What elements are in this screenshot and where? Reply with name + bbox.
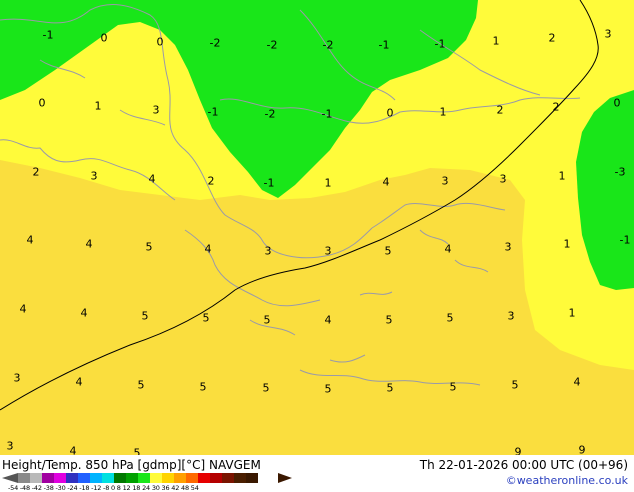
map-value-label: 1 xyxy=(439,105,447,119)
map-value-label: 3 xyxy=(504,240,512,254)
map-value-label: 3 xyxy=(324,244,332,258)
map-value-label: 5 xyxy=(263,313,271,327)
map-value-label: 4 xyxy=(26,233,34,247)
map-value-label: 3 xyxy=(13,371,21,385)
map-value-label: 5 xyxy=(202,311,210,325)
map-value-label: 5 xyxy=(141,309,149,323)
map-value-label: 1 xyxy=(94,99,102,113)
map-value-label: 9 xyxy=(514,445,522,456)
map-value-label: 3 xyxy=(507,309,515,323)
legend-swatch xyxy=(162,473,174,483)
map-value-label: 5 xyxy=(385,313,393,327)
map-value-label: -1 xyxy=(434,37,446,51)
map-value-label: 5 xyxy=(386,381,394,395)
map-value-label: 1 xyxy=(492,34,500,48)
map-value-label: 1 xyxy=(568,306,576,320)
map-value-label: -2 xyxy=(264,107,276,121)
legend-swatch xyxy=(138,473,150,483)
map-value-label: -1 xyxy=(207,105,219,119)
legend-swatch xyxy=(246,473,258,483)
map-value-label: 0 xyxy=(38,96,46,110)
credit-link[interactable]: ©weatheronline.co.uk xyxy=(506,475,628,486)
map-value-label: 4 xyxy=(69,444,77,456)
map-canvas xyxy=(0,0,634,455)
map-value-label: 1 xyxy=(558,169,566,183)
map-value-label: -2 xyxy=(322,38,334,52)
legend-swatch xyxy=(210,473,222,483)
legend-swatch xyxy=(54,473,66,483)
map-value-label: 4 xyxy=(444,242,452,256)
map-value-label: 4 xyxy=(80,306,88,320)
map-value-label: 2 xyxy=(496,103,504,117)
map-value-label: 5 xyxy=(449,380,457,394)
legend-swatch xyxy=(174,473,186,483)
map-value-label: 5 xyxy=(145,240,153,254)
legend-swatch xyxy=(18,473,30,483)
map-value-label: 4 xyxy=(148,172,156,186)
map-value-label: 0 xyxy=(386,106,394,120)
map-value-label: 1 xyxy=(563,237,571,251)
legend-swatch xyxy=(78,473,90,483)
map-value-label: -2 xyxy=(209,36,221,50)
map-value-label: 4 xyxy=(19,302,27,316)
map-value-label: 0 xyxy=(100,31,108,45)
color-legend xyxy=(18,473,258,483)
map-value-label: 4 xyxy=(382,175,390,189)
legend-swatch xyxy=(102,473,114,483)
weather-map: -1 0 0 -2 -2 -2 -1 -1 1 2 3 0 1 3 -1 -2 … xyxy=(0,0,634,455)
map-value-label: 3 xyxy=(152,103,160,117)
legend-swatch xyxy=(42,473,54,483)
map-value-label: 3 xyxy=(604,27,612,41)
legend-swatch xyxy=(66,473,78,483)
map-value-label: 5 xyxy=(511,378,519,392)
map-value-label: 2 xyxy=(552,100,560,114)
map-value-label: -1 xyxy=(378,38,390,52)
legend-tick-labels: -54 -48 -42 -38 -30 -24 -18 -12 -8 0 8 1… xyxy=(8,484,199,492)
legend-swatch xyxy=(222,473,234,483)
map-value-label: 5 xyxy=(133,446,141,456)
map-value-label: 2 xyxy=(207,174,215,188)
forecast-datetime: Th 22-01-2026 00:00 UTC (00+96) xyxy=(419,458,628,472)
map-value-label: 9 xyxy=(578,443,586,456)
map-value-label: 4 xyxy=(204,242,212,256)
legend-swatch xyxy=(198,473,210,483)
map-footer: Height/Temp. 850 hPa [gdmp][°C] NAVGEM T… xyxy=(0,455,634,492)
map-value-label: 5 xyxy=(384,244,392,258)
map-value-label: 3 xyxy=(264,244,272,258)
legend-swatch xyxy=(114,473,126,483)
map-value-label: -1 xyxy=(619,233,631,247)
legend-swatch xyxy=(90,473,102,483)
legend-swatch xyxy=(150,473,162,483)
map-value-label: 5 xyxy=(262,381,270,395)
map-value-label: -2 xyxy=(266,38,278,52)
legend-swatch xyxy=(186,473,198,483)
map-value-label: 4 xyxy=(324,313,332,327)
map-value-label: 1 xyxy=(324,176,332,190)
map-value-label: 4 xyxy=(85,237,93,251)
legend-arrow-left xyxy=(2,473,18,483)
legend-arrow-right xyxy=(278,473,292,483)
map-value-label: 4 xyxy=(573,375,581,389)
map-value-label: 5 xyxy=(446,311,454,325)
map-value-label: -1 xyxy=(42,28,54,42)
map-value-label: 3 xyxy=(499,172,507,186)
map-value-label: -3 xyxy=(614,165,626,179)
map-value-label: 0 xyxy=(613,96,621,110)
map-title: Height/Temp. 850 hPa [gdmp][°C] NAVGEM xyxy=(2,458,261,472)
map-value-label: 5 xyxy=(324,382,332,396)
legend-swatch xyxy=(234,473,246,483)
legend-swatch xyxy=(30,473,42,483)
map-value-label: 2 xyxy=(548,31,556,45)
map-value-label: -1 xyxy=(263,176,275,190)
legend-swatch xyxy=(126,473,138,483)
map-value-label: -1 xyxy=(321,107,333,121)
map-value-label: 3 xyxy=(90,169,98,183)
map-value-label: 4 xyxy=(75,375,83,389)
map-value-label: 5 xyxy=(137,378,145,392)
map-value-label: 2 xyxy=(32,165,40,179)
map-value-label: 3 xyxy=(441,174,449,188)
map-value-label: 3 xyxy=(6,439,14,453)
map-value-label: 0 xyxy=(156,35,164,49)
map-value-label: 5 xyxy=(199,380,207,394)
